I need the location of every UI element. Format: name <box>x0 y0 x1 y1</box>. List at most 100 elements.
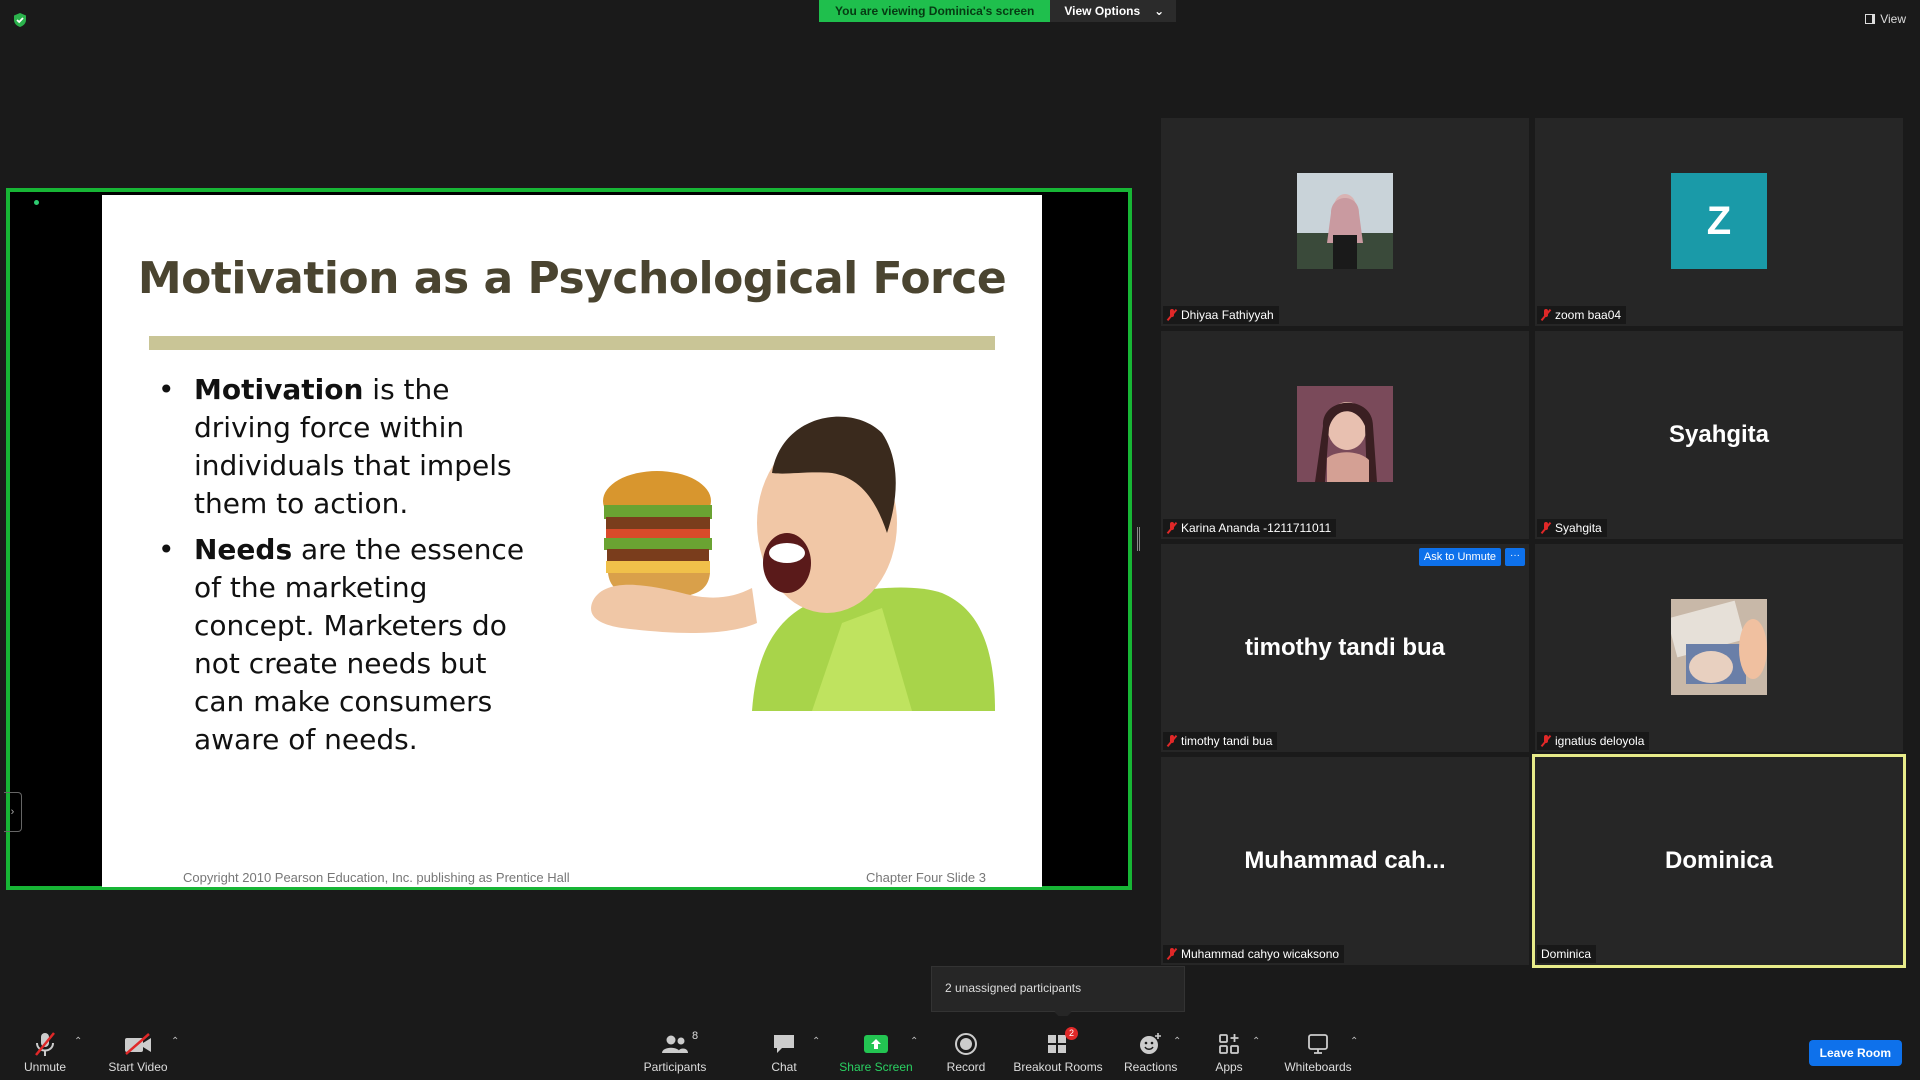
start-video-label: Start Video <box>108 1060 168 1074</box>
tooltip-text: 2 unassigned participants <box>945 981 1082 995</box>
participant-display-name: Muhammad cah... <box>1244 847 1446 874</box>
muted-mic-icon <box>1541 522 1551 534</box>
audio-options-caret-icon[interactable]: ⌃ <box>74 1036 82 1047</box>
participant-tile[interactable]: Z zoom baa04 <box>1535 118 1903 326</box>
breakout-rooms-label: Breakout Rooms <box>1013 1060 1103 1074</box>
bullet-keyword: Motivation <box>194 373 364 406</box>
participant-name-label: Muhammad cahyo wicaksono <box>1163 945 1345 963</box>
slide-title-underline <box>149 336 995 350</box>
apps-label: Apps <box>1215 1060 1243 1074</box>
participant-tile[interactable]: Muhammad cah... Muhammad cahyo wicaksono <box>1161 757 1529 965</box>
participant-tile[interactable]: Dhiyaa Fathiyyah <box>1161 118 1529 326</box>
shield-icon[interactable] <box>12 12 28 28</box>
chat-icon <box>774 1035 794 1053</box>
muted-mic-icon <box>1541 735 1551 747</box>
participant-name: timothy tandi bua <box>1181 734 1273 748</box>
chat-options-caret-icon[interactable]: ⌃ <box>812 1036 820 1047</box>
resize-splitter[interactable] <box>1137 527 1140 551</box>
share-screen-label: Share Screen <box>839 1060 913 1074</box>
apps-icon <box>1219 1034 1239 1054</box>
participants-button[interactable]: 8 Participants <box>640 1030 710 1074</box>
participant-name-label: Karina Ananda -1211711011 <box>1163 519 1337 537</box>
man-eating-burger-image <box>582 393 995 711</box>
share-indicator-dot <box>34 200 39 205</box>
participant-tile[interactable]: timothy tandi bua Ask to Unmute ··· timo… <box>1161 544 1529 752</box>
unmute-label: Unmute <box>23 1060 67 1074</box>
slide-bullet: Needs are the essence of the marketing c… <box>152 531 542 759</box>
participant-photo <box>1297 173 1393 269</box>
chat-label: Chat <box>771 1060 797 1074</box>
unmute-button[interactable]: Unmute <box>20 1030 70 1074</box>
apps-options-caret-icon[interactable]: ⌃ <box>1252 1036 1260 1047</box>
gallery-view-icon <box>1865 14 1876 24</box>
participant-initial-avatar: Z <box>1671 173 1767 269</box>
whiteboards-label: Whiteboards <box>1284 1060 1352 1074</box>
muted-mic-icon <box>1167 309 1177 321</box>
participant-photo <box>1671 599 1767 695</box>
slide-bullets: Motivation is the driving force within i… <box>152 371 542 767</box>
chevron-down-icon: ⌄ <box>1154 4 1165 18</box>
slide-number: Chapter Four Slide 3 <box>866 870 986 885</box>
whiteboards-button[interactable]: Whiteboards <box>1282 1030 1354 1074</box>
participant-name: ignatius deloyola <box>1555 734 1645 748</box>
meeting-toolbar: Unmute ⌃ Start Video ⌃ 8 Participants Ch… <box>0 1016 1920 1080</box>
muted-mic-icon <box>1167 522 1177 534</box>
share-options-caret-icon[interactable]: ⌃ <box>910 1036 918 1047</box>
participant-photo <box>1297 386 1393 482</box>
bullet-keyword: Needs <box>194 533 293 566</box>
start-video-button[interactable]: Start Video <box>106 1030 170 1074</box>
participant-name-label: Syahgita <box>1537 519 1607 537</box>
slide-bullet: Motivation is the driving force within i… <box>152 371 542 523</box>
share-screen-icon <box>864 1035 888 1053</box>
participant-name: Muhammad cahyo wicaksono <box>1181 947 1340 961</box>
reactions-button[interactable]: Reactions <box>1124 1030 1177 1074</box>
video-options-caret-icon[interactable]: ⌃ <box>171 1036 179 1047</box>
apps-button[interactable]: Apps <box>1212 1030 1246 1074</box>
breakout-rooms-button[interactable]: 2 Breakout Rooms <box>1013 1027 1103 1074</box>
participants-icon <box>662 1035 688 1053</box>
muted-mic-icon <box>1541 309 1551 321</box>
breakout-badge: 2 <box>1065 1027 1079 1040</box>
slide-title: Motivation as a Psychological Force <box>137 253 1007 304</box>
share-screen-button[interactable]: Share Screen <box>838 1030 914 1074</box>
ask-to-unmute-button[interactable]: Ask to Unmute <box>1418 548 1501 566</box>
view-options-button[interactable]: View Options ⌄ <box>1050 0 1177 22</box>
whiteboard-icon <box>1308 1034 1328 1054</box>
leave-room-button[interactable]: Leave Room <box>1808 1040 1902 1066</box>
expand-panel-tab[interactable]: › <box>4 792 22 832</box>
participant-tile[interactable]: Syahgita Syahgita <box>1535 331 1903 539</box>
participant-tile[interactable]: ignatius deloyola <box>1535 544 1903 752</box>
bullet-text: are the essence of the marketing concept… <box>194 533 525 756</box>
muted-microphone-icon <box>35 1032 55 1056</box>
participant-name: Syahgita <box>1555 521 1602 535</box>
record-icon <box>955 1033 977 1055</box>
view-options-label: View Options <box>1064 4 1141 18</box>
viewing-banner: You are viewing Dominica's screen View O… <box>819 0 1177 22</box>
muted-mic-icon <box>1167 735 1177 747</box>
participant-name-label: Dhiyaa Fathiyyah <box>1163 306 1279 324</box>
record-button[interactable]: Record <box>944 1030 988 1074</box>
active-speaker-tile[interactable]: Dominica Dominica <box>1532 754 1906 968</box>
view-button[interactable]: View <box>1865 12 1906 26</box>
reactions-options-caret-icon[interactable]: ⌃ <box>1173 1036 1181 1047</box>
view-label: View <box>1880 12 1906 26</box>
participant-name: Dhiyaa Fathiyyah <box>1181 308 1274 322</box>
breakout-tooltip: 2 unassigned participants <box>931 966 1185 1012</box>
participant-name: Karina Ananda -1211711011 <box>1181 521 1332 535</box>
participant-name: Dominica <box>1541 947 1592 961</box>
chat-button[interactable]: Chat <box>762 1030 806 1074</box>
more-options-button[interactable]: ··· <box>1505 548 1525 566</box>
shared-screen[interactable]: Motivation as a Psychological Force Moti… <box>6 188 1132 890</box>
participant-name-label: zoom baa04 <box>1537 306 1627 324</box>
participant-name: zoom baa04 <box>1555 308 1622 322</box>
participant-tile[interactable]: Karina Ananda -1211711011 <box>1161 331 1529 539</box>
participant-display-name: Syahgita <box>1668 421 1770 448</box>
whiteboards-options-caret-icon[interactable]: ⌃ <box>1350 1036 1358 1047</box>
participant-name-label: Dominica <box>1537 945 1597 963</box>
participant-display-name: timothy tandi bua <box>1245 634 1445 661</box>
participant-display-name: Dominica <box>1664 847 1774 874</box>
muted-mic-icon <box>1167 948 1177 960</box>
slide-copyright: Copyright 2010 Pearson Education, Inc. p… <box>183 870 570 885</box>
participant-name-label: ignatius deloyola <box>1537 732 1650 750</box>
participant-name-label: timothy tandi bua <box>1163 732 1278 750</box>
